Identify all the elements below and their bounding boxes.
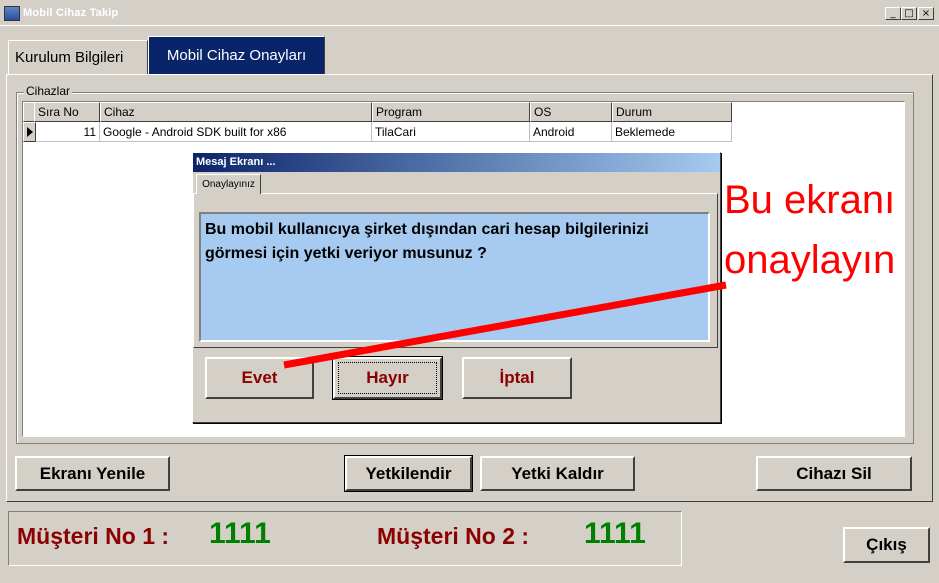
customer-2-value: 1111	[584, 517, 646, 550]
dialog-message: Bu mobil kullanıcıya şirket dışından car…	[199, 212, 710, 342]
revoke-authorization-button[interactable]: Yetki Kaldır	[480, 456, 635, 491]
tab-kurulum-bilgileri[interactable]: Kurulum Bilgileri	[8, 40, 148, 74]
row-pointer-icon	[27, 127, 33, 137]
devices-group-label: Cihazlar	[24, 84, 73, 98]
column-header-durum[interactable]: Durum	[612, 102, 732, 122]
column-header-program[interactable]: Program	[372, 102, 530, 122]
cell-durum[interactable]: Beklemede	[612, 122, 732, 142]
minimize-button[interactable]: _	[885, 7, 901, 20]
close-button[interactable]: ×	[918, 7, 934, 20]
annotation-line-1: Bu ekranı	[724, 178, 896, 222]
column-header-os[interactable]: OS	[530, 102, 612, 122]
yes-button[interactable]: Evet	[205, 357, 314, 399]
title-bar	[0, 0, 939, 26]
column-header-cihaz[interactable]: Cihaz	[100, 102, 372, 122]
cell-sira-no[interactable]: 11	[36, 122, 100, 142]
customer-2-label: Müşteri No 2 :	[377, 523, 530, 549]
cell-cihaz[interactable]: Google - Android SDK built for x86	[100, 122, 372, 142]
cancel-button[interactable]: İptal	[462, 357, 572, 399]
cell-os[interactable]: Android	[530, 122, 612, 142]
no-button[interactable]: Hayır	[333, 357, 442, 399]
maximize-button[interactable]: □	[901, 7, 917, 20]
annotation-line-2: onaylayın	[724, 238, 896, 282]
app-icon	[4, 6, 20, 21]
dialog-title: Mesaj Ekranı ...	[193, 153, 720, 172]
cell-program[interactable]: TilaCari	[372, 122, 530, 142]
column-header-sira-no[interactable]: Sıra No	[34, 102, 100, 122]
customer-1-value: 1111	[209, 517, 271, 550]
refresh-screen-button[interactable]: Ekranı Yenile	[15, 456, 170, 491]
customer-1-label: Müşteri No 1 :	[17, 523, 170, 549]
authorize-button[interactable]: Yetkilendir	[344, 455, 473, 492]
delete-device-button[interactable]: Cihazı Sil	[756, 456, 912, 491]
exit-button[interactable]: Çıkış	[843, 527, 930, 563]
window-title: Mobil Cihaz Takip	[23, 7, 119, 19]
tab-mobil-cihaz-onaylari[interactable]: Mobil Cihaz Onayları	[148, 36, 325, 74]
dialog-tab-onaylayiniz[interactable]: Onaylayınız	[196, 174, 261, 194]
row-indicator[interactable]	[23, 122, 36, 142]
